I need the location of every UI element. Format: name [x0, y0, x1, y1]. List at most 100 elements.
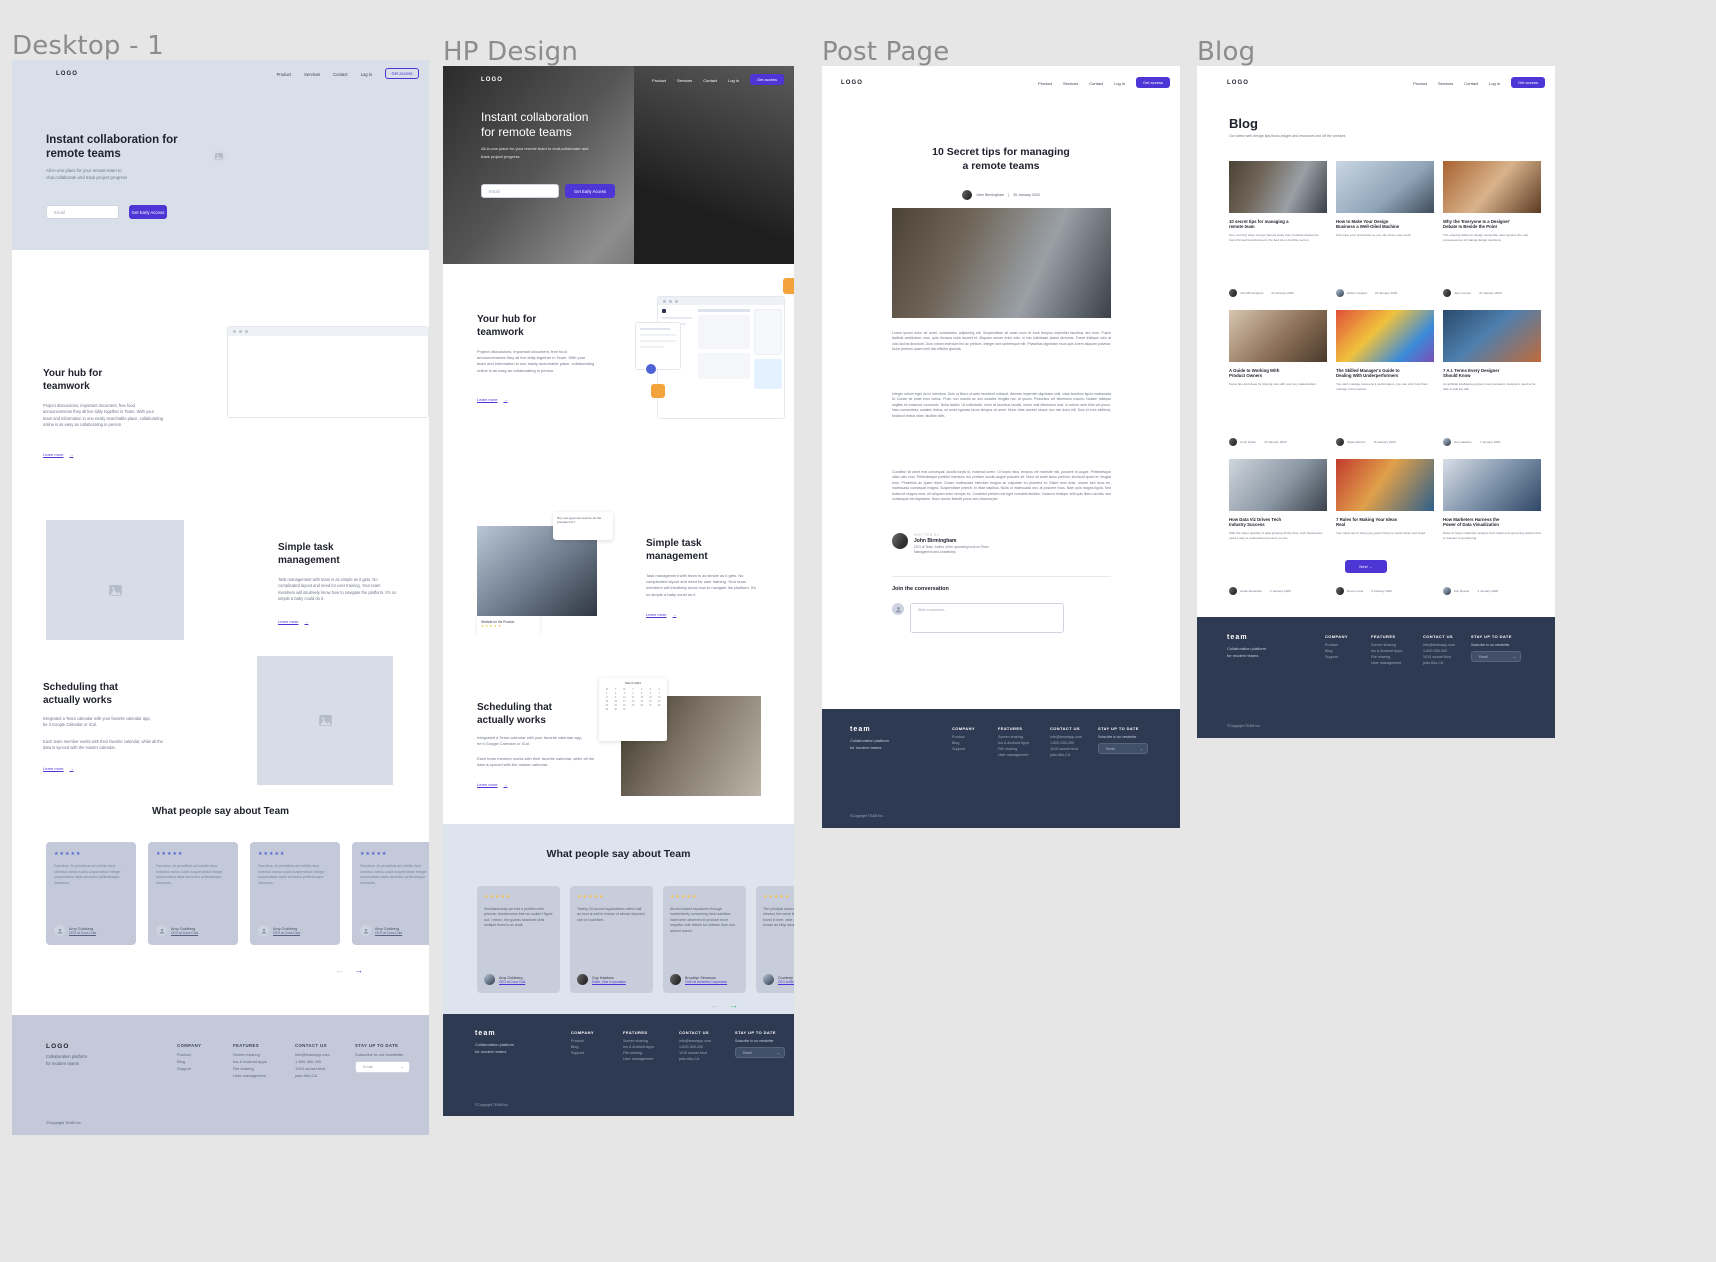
footer-link[interactable]: Product: [177, 1052, 201, 1057]
newsletter-input[interactable]: Email →: [355, 1061, 410, 1073]
nav-link-login[interactable]: Log in: [361, 72, 372, 77]
nav-link-login[interactable]: Log in: [1489, 81, 1500, 86]
hp-task-learn-more[interactable]: Learn more →: [646, 612, 676, 617]
blog-card[interactable]: How Data Viz Drives Tech Industry Succes…: [1229, 459, 1327, 599]
d1-sched-learn-more[interactable]: Learn more →: [43, 766, 73, 771]
nav-link-services[interactable]: Services: [1438, 81, 1453, 86]
hp-logo[interactable]: LOGO: [481, 77, 503, 83]
d1-logo[interactable]: LOGO: [56, 71, 78, 77]
newsletter-input[interactable]: Email →: [735, 1047, 785, 1058]
d1-hub-learn-more[interactable]: Learn more →: [43, 452, 73, 457]
footer-contact-email[interactable]: info@teamapp.com: [295, 1052, 330, 1057]
blog-next-button[interactable]: Next →: [1345, 560, 1387, 573]
carousel-prev-icon[interactable]: ←: [710, 1000, 719, 1010]
d1-hero-email-input[interactable]: Email: [46, 205, 119, 219]
get-access-button[interactable]: Get access: [385, 68, 419, 79]
footer-link[interactable]: Blog: [952, 741, 975, 745]
footer-link[interactable]: Screen sharing: [233, 1052, 267, 1057]
carousel-next-icon[interactable]: →: [354, 965, 363, 975]
nav-link-services[interactable]: Services: [304, 72, 320, 77]
blog-card[interactable]: 10 secret tips for managing a remote tea…: [1229, 161, 1327, 301]
get-access-button[interactable]: Get access: [750, 74, 784, 85]
blog-card[interactable]: A Guide to Working With Product Owners S…: [1229, 310, 1327, 450]
nav-link-login[interactable]: Log in: [1114, 81, 1125, 86]
blog-card[interactable]: Why the 'Everyone Is a Designer' Debate …: [1443, 161, 1541, 301]
footer-link[interactable]: Ios & Android Apps: [623, 1045, 654, 1049]
footer-link[interactable]: Product: [571, 1039, 594, 1043]
blog-logo[interactable]: LOGO: [1227, 80, 1249, 86]
footer-link[interactable]: User management: [233, 1073, 267, 1078]
hp-hero-cta[interactable]: Get Early Access: [565, 184, 615, 198]
blog-card[interactable]: 7 Rules for Making Your Ideas Real Your …: [1336, 459, 1434, 599]
nav-link-product[interactable]: Product: [1413, 81, 1427, 86]
footer-link[interactable]: File sharing: [1371, 655, 1402, 659]
footer-link[interactable]: Support: [952, 747, 975, 751]
submit-arrow-icon[interactable]: →: [400, 1065, 404, 1069]
get-access-button[interactable]: Get access: [1136, 77, 1170, 88]
testimonial-card[interactable]: ★★★★★ Faucibus. At penatibus ad cubilia …: [250, 842, 340, 945]
nav-link-product[interactable]: Product: [1038, 81, 1052, 86]
testimonial-card[interactable]: ★★★★★ Simultaneously we had a problem wi…: [477, 886, 560, 993]
footer-link[interactable]: Screen sharing: [1371, 643, 1402, 647]
blog-card[interactable]: 7 A.I. Terms Every Designer Should Know …: [1443, 310, 1541, 450]
submit-arrow-icon[interactable]: →: [1513, 655, 1516, 659]
testimonial-card[interactable]: ★★★★★ Faucibus. At penatibus ad cubilia …: [148, 842, 238, 945]
blog-card[interactable]: The Skilled Manager's Guide to Dealing W…: [1336, 310, 1434, 450]
comment-input[interactable]: Write a comment...: [910, 603, 1064, 633]
nav-link-services[interactable]: Services: [1063, 81, 1078, 86]
d1-hero-cta[interactable]: Get Early Access: [129, 205, 167, 219]
footer-link[interactable]: Ios & Android Apps: [1371, 649, 1402, 653]
footer-contact-email[interactable]: info@teamapp.com: [679, 1039, 711, 1043]
footer-link[interactable]: File sharing: [623, 1051, 654, 1055]
nav-link-services[interactable]: Services: [677, 78, 692, 83]
footer-contact-phone[interactable]: 1-800-300-200: [1423, 649, 1455, 653]
footer-link[interactable]: Ios & Android Apps: [998, 741, 1029, 745]
footer-link[interactable]: User management: [1371, 661, 1402, 665]
footer-link[interactable]: User management: [998, 753, 1029, 757]
nav-link-product[interactable]: Product: [652, 78, 666, 83]
footer-contact-email[interactable]: info@teamapp.com: [1423, 643, 1455, 647]
footer-link[interactable]: Screen sharing: [623, 1039, 654, 1043]
get-access-button[interactable]: Get access: [1511, 77, 1545, 88]
post-logo[interactable]: LOGO: [841, 80, 863, 86]
footer-link[interactable]: Product: [1325, 643, 1348, 647]
d1-task-learn-more[interactable]: Learn more →: [278, 619, 308, 624]
footer-link[interactable]: File sharing: [998, 747, 1029, 751]
footer-link[interactable]: Product: [952, 735, 975, 739]
footer-link[interactable]: Support: [571, 1051, 594, 1055]
testimonial-card[interactable]: ★★★★★ Twenty 30-second applications with…: [570, 886, 653, 993]
nav-link-contact[interactable]: Contact: [1464, 81, 1478, 86]
footer-contact-phone[interactable]: 1-800-300-200: [1050, 741, 1082, 745]
footer-link[interactable]: Ios & Android Apps: [233, 1059, 267, 1064]
newsletter-input[interactable]: Email →: [1098, 743, 1148, 754]
footer-link[interactable]: Blog: [1325, 649, 1348, 653]
nav-link-contact[interactable]: Contact: [1089, 81, 1103, 86]
hp-hub-learn-more[interactable]: Learn more →: [477, 397, 507, 402]
hp-hero-email-input[interactable]: Email: [481, 184, 559, 198]
footer-link[interactable]: Support: [1325, 655, 1348, 659]
newsletter-input[interactable]: Email →: [1471, 651, 1521, 662]
blog-card[interactable]: How to Make Your Design Business a Well-…: [1336, 161, 1434, 301]
testimonial-card[interactable]: ★★★★★ Faucibus. At penatibus ad cubilia …: [352, 842, 429, 945]
footer-contact-email[interactable]: info@teamapp.com: [1050, 735, 1082, 739]
carousel-prev-icon[interactable]: ←: [335, 965, 344, 975]
testimonial-card[interactable]: ★★★★★ The principal alcohol in hand sani…: [756, 886, 794, 993]
footer-contact-phone[interactable]: 1-800-300-200: [679, 1045, 711, 1049]
footer-link[interactable]: File sharing: [233, 1066, 267, 1071]
footer-link[interactable]: User management: [623, 1057, 654, 1061]
nav-link-login[interactable]: Log in: [728, 78, 739, 83]
footer-link[interactable]: Blog: [177, 1059, 201, 1064]
testimonial-card[interactable]: ★★★★★ Faucibus. At penatibus ad cubilia …: [46, 842, 136, 945]
testimonial-card[interactable]: ★★★★★ Alcohol based exposures through in…: [663, 886, 746, 993]
submit-arrow-icon[interactable]: →: [1140, 747, 1143, 751]
footer-link[interactable]: Support: [177, 1066, 201, 1071]
nav-link-contact[interactable]: Contact: [703, 78, 717, 83]
nav-link-contact[interactable]: Contact: [333, 72, 347, 77]
hp-sched-learn-more[interactable]: Learn more →: [477, 782, 507, 787]
footer-contact-phone[interactable]: 1-800-300-200: [295, 1059, 330, 1064]
carousel-next-icon[interactable]: →: [729, 1000, 738, 1010]
blog-card[interactable]: How Marketers Harness the Power of Data …: [1443, 459, 1541, 599]
footer-link[interactable]: Blog: [571, 1045, 594, 1049]
submit-arrow-icon[interactable]: →: [777, 1051, 780, 1055]
nav-link-product[interactable]: Product: [277, 72, 291, 77]
